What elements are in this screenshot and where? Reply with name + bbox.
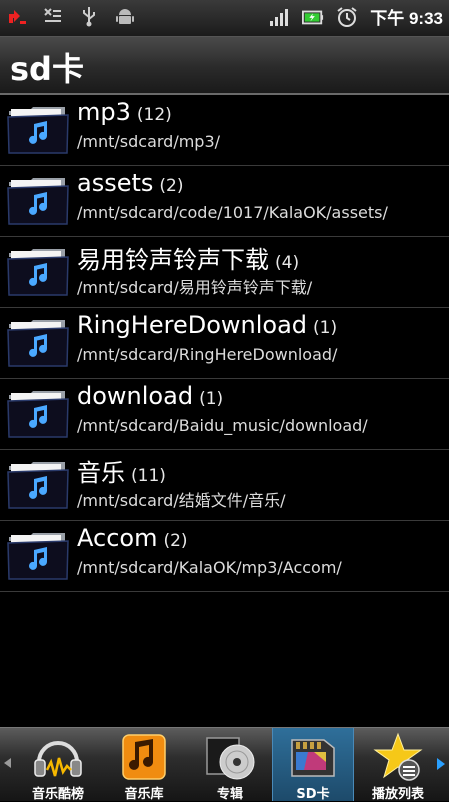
- folder-name-text: assets: [77, 169, 154, 197]
- tab-label: 播放列表: [371, 787, 424, 802]
- headphones-icon: [34, 741, 82, 777]
- page-title: sd卡: [10, 50, 84, 88]
- folder-row[interactable]: mp3 (12) /mnt/sdcard/mp3/: [0, 95, 449, 166]
- folder-name: Accom (2): [77, 524, 188, 552]
- tab-label: 专辑: [216, 787, 243, 802]
- tab-album[interactable]: 专辑: [190, 728, 270, 802]
- music-library-icon: [122, 734, 166, 780]
- folder-row[interactable]: download (1) /mnt/sdcard/Baidu_music/down…: [0, 379, 449, 450]
- folder-count: (12): [136, 105, 172, 125]
- folder-path: /mnt/sdcard/mp3/: [77, 132, 221, 151]
- folder-name: RingHereDownload (1): [77, 311, 337, 339]
- album-disc-icon: [206, 737, 255, 780]
- usb-icon: [83, 7, 95, 27]
- sd-card-icon: [291, 739, 335, 777]
- clock: 下午 9:33: [370, 9, 443, 28]
- usb-debug-icon: [9, 10, 26, 24]
- missed-call-icon: [44, 8, 61, 22]
- folder-name-text: mp3: [77, 98, 131, 126]
- folder-row[interactable]: Accom (2) /mnt/sdcard/KalaOK/mp3/Accom/: [0, 521, 449, 592]
- folder-name-text: Accom: [77, 524, 158, 552]
- folder-name: 音乐 (11): [77, 453, 166, 488]
- folder-path: /mnt/sdcard/code/1017/KalaOK/assets/: [77, 203, 388, 222]
- tab-label: 音乐库: [124, 787, 164, 802]
- tab-sd-card[interactable]: SD卡: [272, 728, 354, 802]
- folder-row[interactable]: 音乐 (11) /mnt/sdcard/结婚文件/音乐/: [0, 450, 449, 521]
- folder-row[interactable]: RingHereDownload (1) /mnt/sdcard/RingHere…: [0, 308, 449, 379]
- folder-path: /mnt/sdcard/易用铃声铃声下载/: [77, 278, 313, 297]
- folder-path: /mnt/sdcard/RingHereDownload/: [77, 345, 338, 364]
- music-folder-icon: [7, 107, 69, 154]
- folder-name-text: 音乐: [77, 459, 125, 487]
- music-folder-icon: [7, 533, 69, 580]
- folder-count: (11): [131, 466, 166, 486]
- scroll-left-arrow-icon[interactable]: [4, 758, 11, 768]
- music-folder-icon: [7, 249, 69, 296]
- bottom-tab-bar: 音乐酷榜 音乐库 专辑 SD卡 播放列表: [0, 727, 449, 802]
- folder-name: 易用铃声铃声下载 (4): [77, 240, 299, 275]
- music-folder-icon: [7, 178, 69, 225]
- music-folder-icon: [7, 320, 69, 367]
- folder-name-text: RingHereDownload: [77, 311, 308, 339]
- folder-name: assets (2): [77, 169, 184, 197]
- tab-label: SD卡: [296, 787, 330, 802]
- music-folder-icon: [7, 462, 69, 509]
- folder-path: /mnt/sdcard/结婚文件/音乐/: [77, 491, 286, 510]
- tab-music-library[interactable]: 音乐库: [104, 728, 184, 802]
- folder-path: /mnt/sdcard/KalaOK/mp3/Accom/: [77, 558, 342, 577]
- alarm-clock-icon: [337, 6, 357, 27]
- folder-name-text: 易用铃声铃声下载: [77, 246, 269, 274]
- tab-playlist[interactable]: 播放列表: [358, 728, 438, 802]
- star-playlist-icon: [373, 732, 423, 781]
- folder-count: (2): [159, 176, 184, 196]
- folder-count: (2): [163, 531, 188, 551]
- folder-count: (1): [313, 318, 338, 338]
- title-bar: sd卡: [0, 37, 449, 95]
- tab-music-chart[interactable]: 音乐酷榜: [18, 728, 98, 802]
- folder-count: (1): [199, 389, 224, 409]
- folder-name: download (1): [77, 382, 223, 410]
- folder-count: (4): [275, 253, 300, 273]
- signal-icon: [270, 8, 289, 26]
- folder-row[interactable]: 易用铃声铃声下载 (4) /mnt/sdcard/易用铃声铃声下载/: [0, 237, 449, 308]
- status-bar: 下午 9:33: [0, 0, 449, 37]
- folder-list: mp3 (12) /mnt/sdcard/mp3/ assets (2) /mnt/…: [0, 95, 449, 592]
- folder-path: /mnt/sdcard/Baidu_music/download/: [77, 416, 368, 435]
- scroll-right-arrow-icon[interactable]: [437, 758, 445, 770]
- folder-name-text: download: [77, 382, 194, 410]
- battery-icon: [302, 10, 324, 24]
- folder-row[interactable]: assets (2) /mnt/sdcard/code/1017/KalaOK/a…: [0, 166, 449, 237]
- folder-name: mp3 (12): [77, 98, 172, 126]
- music-folder-icon: [7, 391, 69, 438]
- tab-label: 音乐酷榜: [31, 787, 84, 802]
- android-icon: [116, 9, 134, 24]
